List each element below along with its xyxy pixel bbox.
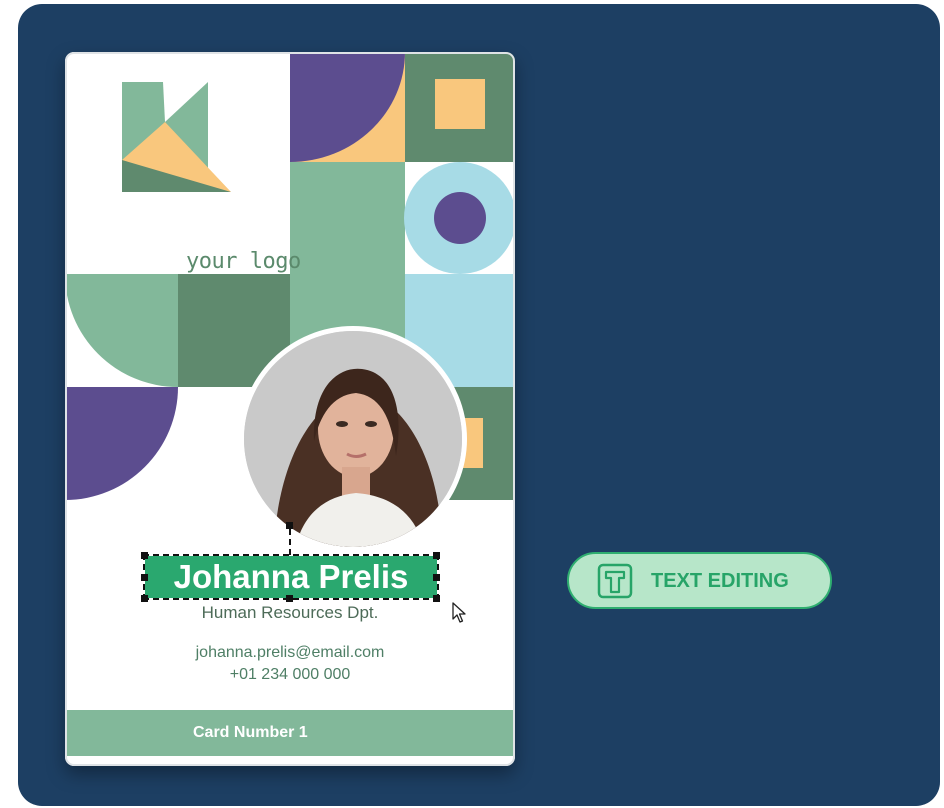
- rotation-guide: [289, 529, 291, 555]
- resize-handle-top-left[interactable]: [141, 552, 148, 559]
- resize-handle-left[interactable]: [141, 574, 148, 581]
- department-text[interactable]: Human Resources Dpt.: [65, 603, 515, 623]
- resize-handle-bottom-right[interactable]: [433, 595, 440, 602]
- rotate-handle[interactable]: [286, 522, 293, 529]
- resize-handle-bottom[interactable]: [286, 595, 293, 602]
- logo-mark-icon: [122, 82, 231, 192]
- profile-photo[interactable]: [239, 326, 467, 552]
- resize-handle-top-right[interactable]: [433, 552, 440, 559]
- resize-handle-right[interactable]: [433, 574, 440, 581]
- card-footer: Card Number 1: [65, 710, 515, 756]
- badge-label: TEXT EDITING: [651, 570, 789, 592]
- resize-handle-bottom-left[interactable]: [141, 595, 148, 602]
- email-text[interactable]: johanna.prelis@email.com: [65, 644, 515, 662]
- text-editing-badge: TEXT EDITING: [567, 552, 832, 609]
- card-number[interactable]: Card Number 1: [193, 710, 308, 756]
- name-text[interactable]: Johanna Prelis: [145, 556, 437, 598]
- phone-text[interactable]: +01 234 000 000: [65, 666, 515, 684]
- name-text-box[interactable]: Johanna Prelis: [143, 554, 439, 600]
- logo-text: your logo: [186, 249, 301, 274]
- text-t-icon: [597, 563, 633, 599]
- mouse-pointer-icon: [452, 602, 466, 623]
